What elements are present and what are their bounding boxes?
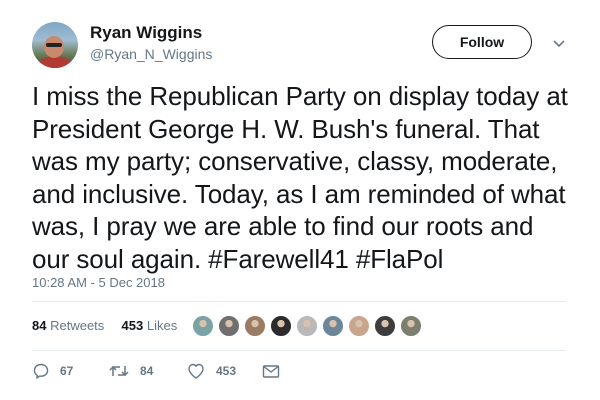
like-icon xyxy=(188,363,204,379)
user-name[interactable]: Ryan Wiggins xyxy=(90,23,202,43)
liker-avatar[interactable] xyxy=(218,315,240,337)
likes-label: Likes xyxy=(146,318,178,333)
tweet-text: I miss the Republican Party on display t… xyxy=(32,81,568,274)
liker-avatars xyxy=(192,315,426,339)
follow-button[interactable]: Follow xyxy=(432,25,532,59)
liker-avatar[interactable] xyxy=(400,315,422,337)
avatar[interactable] xyxy=(32,22,78,68)
message-icon xyxy=(262,365,280,378)
reply-icon xyxy=(33,363,49,379)
liker-avatar[interactable] xyxy=(192,315,214,337)
divider xyxy=(32,350,566,351)
retweets-stat[interactable]: 84 Retweets xyxy=(32,318,108,333)
retweet-button[interactable]: 84 xyxy=(108,360,153,382)
liker-avatar[interactable] xyxy=(296,315,318,337)
liker-avatar[interactable] xyxy=(374,315,396,337)
tweet-card: Ryan Wiggins @Ryan_N_Wiggins Follow I mi… xyxy=(0,0,600,400)
retweet-icon xyxy=(109,365,129,377)
liker-avatar[interactable] xyxy=(244,315,266,337)
likes-count: 453 xyxy=(121,318,144,333)
divider xyxy=(32,301,566,302)
tweet-timestamp[interactable]: 10:28 AM - 5 Dec 2018 xyxy=(32,275,165,290)
like-count: 453 xyxy=(216,364,237,378)
tweet-stats: 84 Retweets 453 Likes xyxy=(32,318,177,333)
retweet-count: 84 xyxy=(140,364,154,378)
likes-stat[interactable]: 453 Likes xyxy=(122,318,178,333)
liker-avatar[interactable] xyxy=(322,315,344,337)
user-handle[interactable]: @Ryan_N_Wiggins xyxy=(90,46,212,62)
liker-avatar[interactable] xyxy=(270,315,292,337)
reply-button[interactable]: 67 xyxy=(32,360,73,382)
retweets-label: Retweets xyxy=(50,318,105,333)
like-button[interactable]: 453 xyxy=(186,360,236,382)
retweets-count: 84 xyxy=(32,318,47,333)
chevron-down-icon[interactable] xyxy=(552,37,566,49)
reply-count: 67 xyxy=(60,364,74,378)
liker-avatar[interactable] xyxy=(348,315,370,337)
direct-message-button[interactable] xyxy=(261,360,281,382)
